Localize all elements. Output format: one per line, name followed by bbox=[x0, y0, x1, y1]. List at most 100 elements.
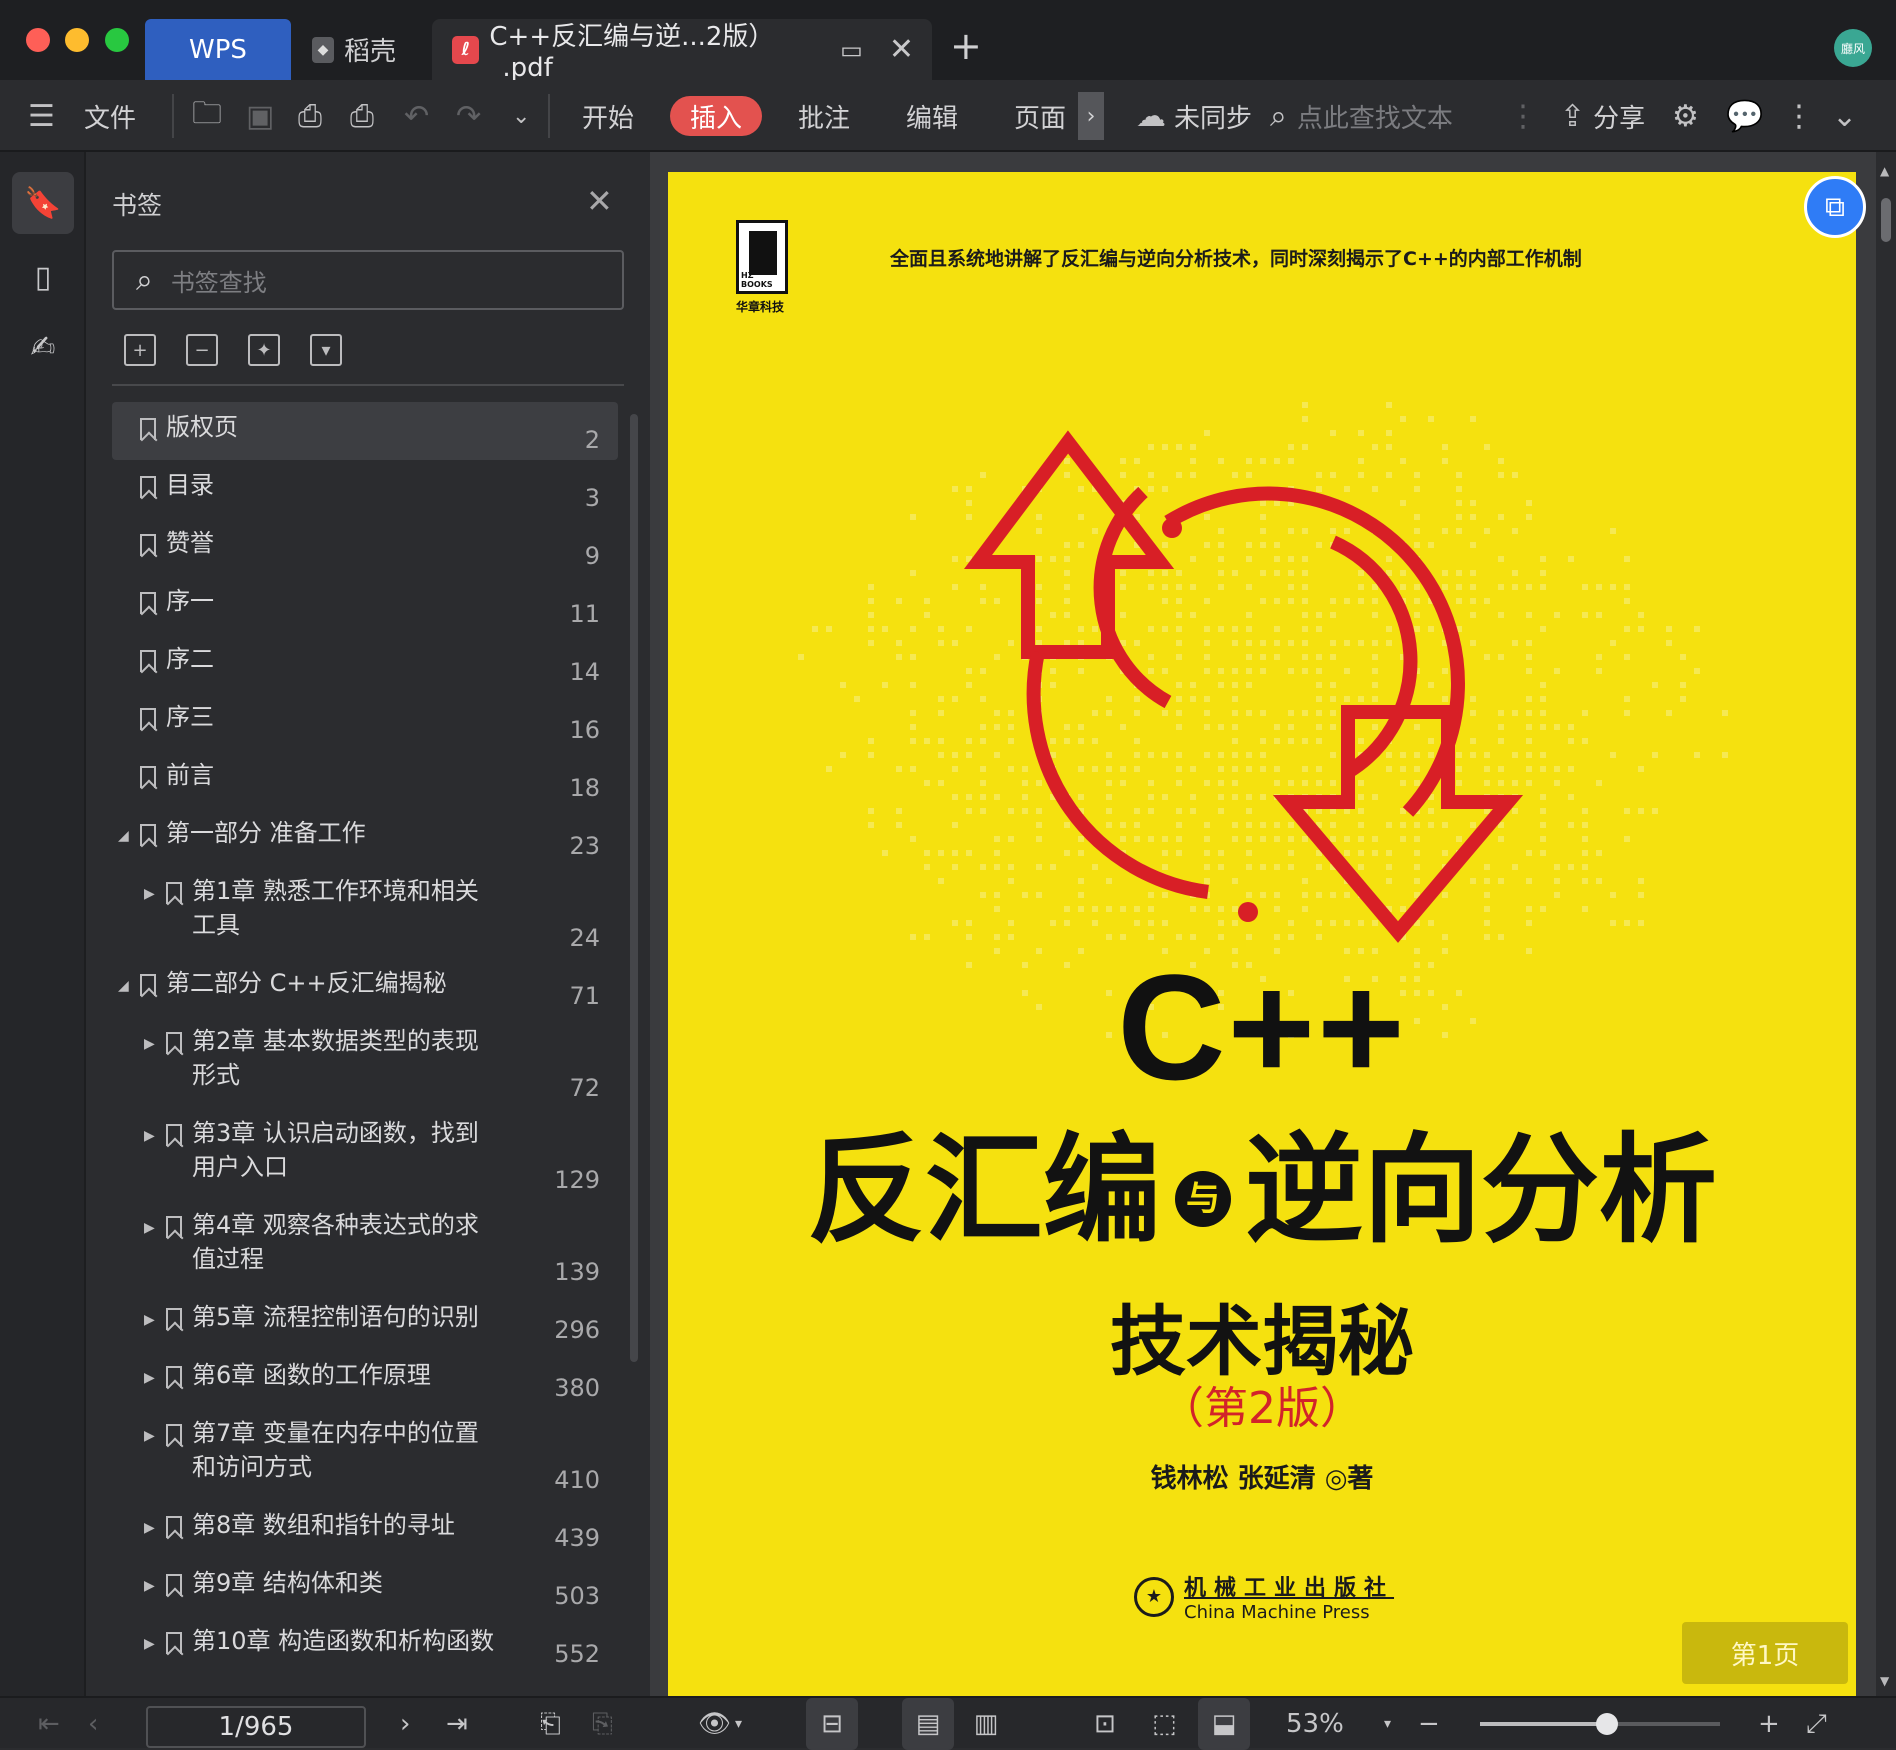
next-page-icon[interactable]: › bbox=[400, 1698, 410, 1750]
previous-view-icon[interactable]: ⎗ bbox=[540, 1698, 561, 1750]
monitor-icon[interactable]: ▭ bbox=[840, 36, 863, 64]
collapsed-arrow-icon[interactable]: ▶ bbox=[144, 1370, 155, 1386]
expand-all-icon[interactable]: + bbox=[124, 334, 156, 366]
bookmark-item[interactable]: ◢ 第二部分 C++反汇编揭秘 71 bbox=[112, 958, 618, 1016]
continuous-scroll-icon[interactable]: ⊟ bbox=[806, 1698, 858, 1750]
bookmark-search-input[interactable]: ⌕ 书签查找 bbox=[112, 250, 624, 310]
collapsed-arrow-icon[interactable]: ▶ bbox=[144, 1428, 155, 1444]
collapsed-arrow-icon[interactable]: ▶ bbox=[144, 1636, 155, 1652]
previous-page-icon[interactable]: ‹ bbox=[88, 1698, 98, 1750]
expanded-arrow-icon[interactable]: ◢ bbox=[118, 978, 129, 994]
page-number-input[interactable]: 1/965 bbox=[146, 1706, 366, 1748]
bookmark-item[interactable]: ▶ 第4章 观察各种表达式的求 值过程 139 bbox=[112, 1200, 618, 1292]
tab-close-icon[interactable]: ✕ bbox=[889, 32, 914, 67]
bookmark-item[interactable]: 版权页 2 bbox=[112, 402, 618, 460]
floating-convert-button[interactable]: ⧉ bbox=[1804, 176, 1866, 238]
fit-width-icon[interactable]: ⬓ bbox=[1198, 1698, 1250, 1750]
print-preview-icon[interactable]: ⎙ bbox=[350, 80, 374, 152]
bookmark-outline-icon[interactable]: ▾ bbox=[310, 334, 342, 366]
eye-protection-icon[interactable]: 👁 ▾ bbox=[698, 1698, 742, 1750]
bookmark-item[interactable]: ▶ 第7章 变量在内存中的位置 和访问方式 410 bbox=[112, 1408, 618, 1500]
new-tab-button[interactable]: + bbox=[950, 24, 982, 68]
bookmark-item[interactable]: ▶ 第8章 数组和指针的寻址 439 bbox=[112, 1500, 618, 1558]
collapsed-arrow-icon[interactable]: ▶ bbox=[144, 1312, 155, 1328]
expanded-arrow-icon[interactable]: ◢ bbox=[118, 828, 129, 844]
bookmark-item[interactable]: ▶ 第9章 结构体和类 503 bbox=[112, 1558, 618, 1616]
tab-wps[interactable]: WPS bbox=[145, 19, 291, 80]
bookmark-item[interactable]: 序一 11 bbox=[112, 576, 618, 634]
scrollbar-thumb[interactable] bbox=[1881, 198, 1891, 242]
save-icon[interactable]: ▣ bbox=[246, 80, 274, 152]
collapse-toolbar-chevron-icon[interactable]: ⌄ bbox=[1832, 80, 1857, 152]
add-bookmark-icon[interactable]: ✦ bbox=[248, 334, 280, 366]
bookmark-item[interactable]: 赞誉 9 bbox=[112, 518, 618, 576]
menu-insert[interactable]: 插入 bbox=[670, 96, 763, 136]
collapsed-arrow-icon[interactable]: ▶ bbox=[144, 1036, 155, 1052]
tab-daoke[interactable]: ◆ 稻壳 bbox=[310, 19, 430, 80]
settings-gear-icon[interactable]: ⚙ bbox=[1672, 80, 1699, 152]
fit-page-icon[interactable]: ⬚ bbox=[1152, 1698, 1177, 1750]
share-button[interactable]: ⇪ 分享 bbox=[1560, 80, 1645, 152]
avatar[interactable]: 廳风 bbox=[1834, 29, 1872, 67]
menu-edit[interactable]: 编辑 bbox=[906, 80, 958, 152]
menu-more-chevron-icon[interactable]: › bbox=[1078, 92, 1104, 140]
more-options-icon[interactable]: ⋮ bbox=[1784, 80, 1814, 152]
undo-icon[interactable]: ↶ bbox=[404, 80, 429, 152]
last-page-icon[interactable]: ⇥ bbox=[446, 1698, 468, 1750]
collapsed-arrow-icon[interactable]: ▶ bbox=[144, 1578, 155, 1594]
comment-icon[interactable]: 💬 bbox=[1726, 80, 1763, 152]
hamburger-menu-icon[interactable]: ☰ bbox=[28, 80, 55, 152]
zoom-in-icon[interactable]: + bbox=[1758, 1698, 1780, 1750]
collapsed-arrow-icon[interactable]: ▶ bbox=[144, 1220, 155, 1236]
bookmark-item[interactable]: 序三 16 bbox=[112, 692, 618, 750]
menu-start[interactable]: 开始 bbox=[582, 80, 634, 152]
bookmark-item[interactable]: ▶ 第2章 基本数据类型的表现 形式 72 bbox=[112, 1016, 618, 1108]
file-menu[interactable]: 文件 bbox=[84, 80, 136, 152]
bookmark-item[interactable]: 目录 3 bbox=[112, 460, 618, 518]
zoom-level[interactable]: 53% bbox=[1286, 1698, 1344, 1750]
find-text-box[interactable]: ⌕ 点此查找文本 bbox=[1270, 80, 1453, 152]
tab-pdf-document[interactable]: ℓ C++反汇编与逆...2版）_.pdf ▭ ✕ bbox=[432, 19, 932, 83]
collapsed-arrow-icon[interactable]: ▶ bbox=[144, 1128, 155, 1144]
fullscreen-icon[interactable]: ⤢ bbox=[1806, 1698, 1827, 1750]
bookmark-item[interactable]: ▶ 第10章 构造函数和析构函数 552 bbox=[112, 1616, 618, 1674]
panel-close-icon[interactable]: ✕ bbox=[586, 182, 613, 220]
window-minimize-button[interactable] bbox=[65, 28, 89, 52]
zoom-slider-handle[interactable] bbox=[1596, 1713, 1619, 1735]
window-close-button[interactable] bbox=[26, 28, 50, 52]
single-page-icon[interactable]: ▤ bbox=[902, 1698, 954, 1750]
bookmark-item[interactable]: 序二 14 bbox=[112, 634, 618, 692]
bookmark-item[interactable]: 前言 18 bbox=[112, 750, 618, 808]
thumbnail-panel-icon[interactable]: ▯ bbox=[12, 246, 74, 308]
bookmark-item[interactable]: ▶ 第1章 熟悉工作环境和相关 工具 24 bbox=[112, 866, 618, 958]
collapsed-arrow-icon[interactable]: ▶ bbox=[144, 886, 155, 902]
menu-page[interactable]: 页面 bbox=[1014, 80, 1066, 152]
zoom-slider[interactable] bbox=[1480, 1713, 1720, 1735]
menu-annotate[interactable]: 批注 bbox=[798, 80, 850, 152]
document-scrollbar[interactable]: ▲ ▼ bbox=[1876, 152, 1896, 1696]
panel-scrollbar[interactable] bbox=[630, 414, 638, 1362]
print-icon[interactable]: ⎙ bbox=[298, 80, 322, 152]
zoom-out-icon[interactable]: − bbox=[1418, 1698, 1440, 1750]
scroll-up-arrow-icon[interactable]: ▲ bbox=[1880, 164, 1889, 178]
quick-access-dropdown-icon[interactable]: ⌄ bbox=[512, 80, 530, 152]
open-folder-icon[interactable]: 🗀 bbox=[192, 80, 222, 152]
signature-panel-icon[interactable]: ✍ bbox=[12, 316, 74, 378]
bookmark-item[interactable]: ▶ 第3章 认识启动函数，找到 用户入口 129 bbox=[112, 1108, 618, 1200]
bookmark-label-line: 工具 bbox=[192, 911, 240, 939]
bookmark-panel-icon[interactable]: 🔖 bbox=[12, 172, 74, 234]
actual-size-icon[interactable]: ⊡ bbox=[1094, 1698, 1116, 1750]
zoom-dropdown-icon[interactable]: ▾ bbox=[1384, 1698, 1391, 1750]
collapsed-arrow-icon[interactable]: ▶ bbox=[144, 1520, 155, 1536]
first-page-icon[interactable]: ⇤ bbox=[38, 1698, 60, 1750]
bookmark-item[interactable]: ◢ 第一部分 准备工作 23 bbox=[112, 808, 618, 866]
collapse-all-icon[interactable]: − bbox=[186, 334, 218, 366]
bookmark-item[interactable]: ▶ 第6章 函数的工作原理 380 bbox=[112, 1350, 618, 1408]
bookmark-item[interactable]: ▶ 第5章 流程控制语句的识别 296 bbox=[112, 1292, 618, 1350]
scroll-down-arrow-icon[interactable]: ▼ bbox=[1880, 1674, 1889, 1688]
double-page-icon[interactable]: ▥ bbox=[960, 1698, 1012, 1750]
redo-icon[interactable]: ↷ bbox=[456, 80, 481, 152]
cloud-sync-status[interactable]: ☁ 未同步 bbox=[1136, 80, 1252, 152]
next-view-icon[interactable]: ⎘ bbox=[592, 1698, 613, 1750]
window-maximize-button[interactable] bbox=[105, 28, 129, 52]
